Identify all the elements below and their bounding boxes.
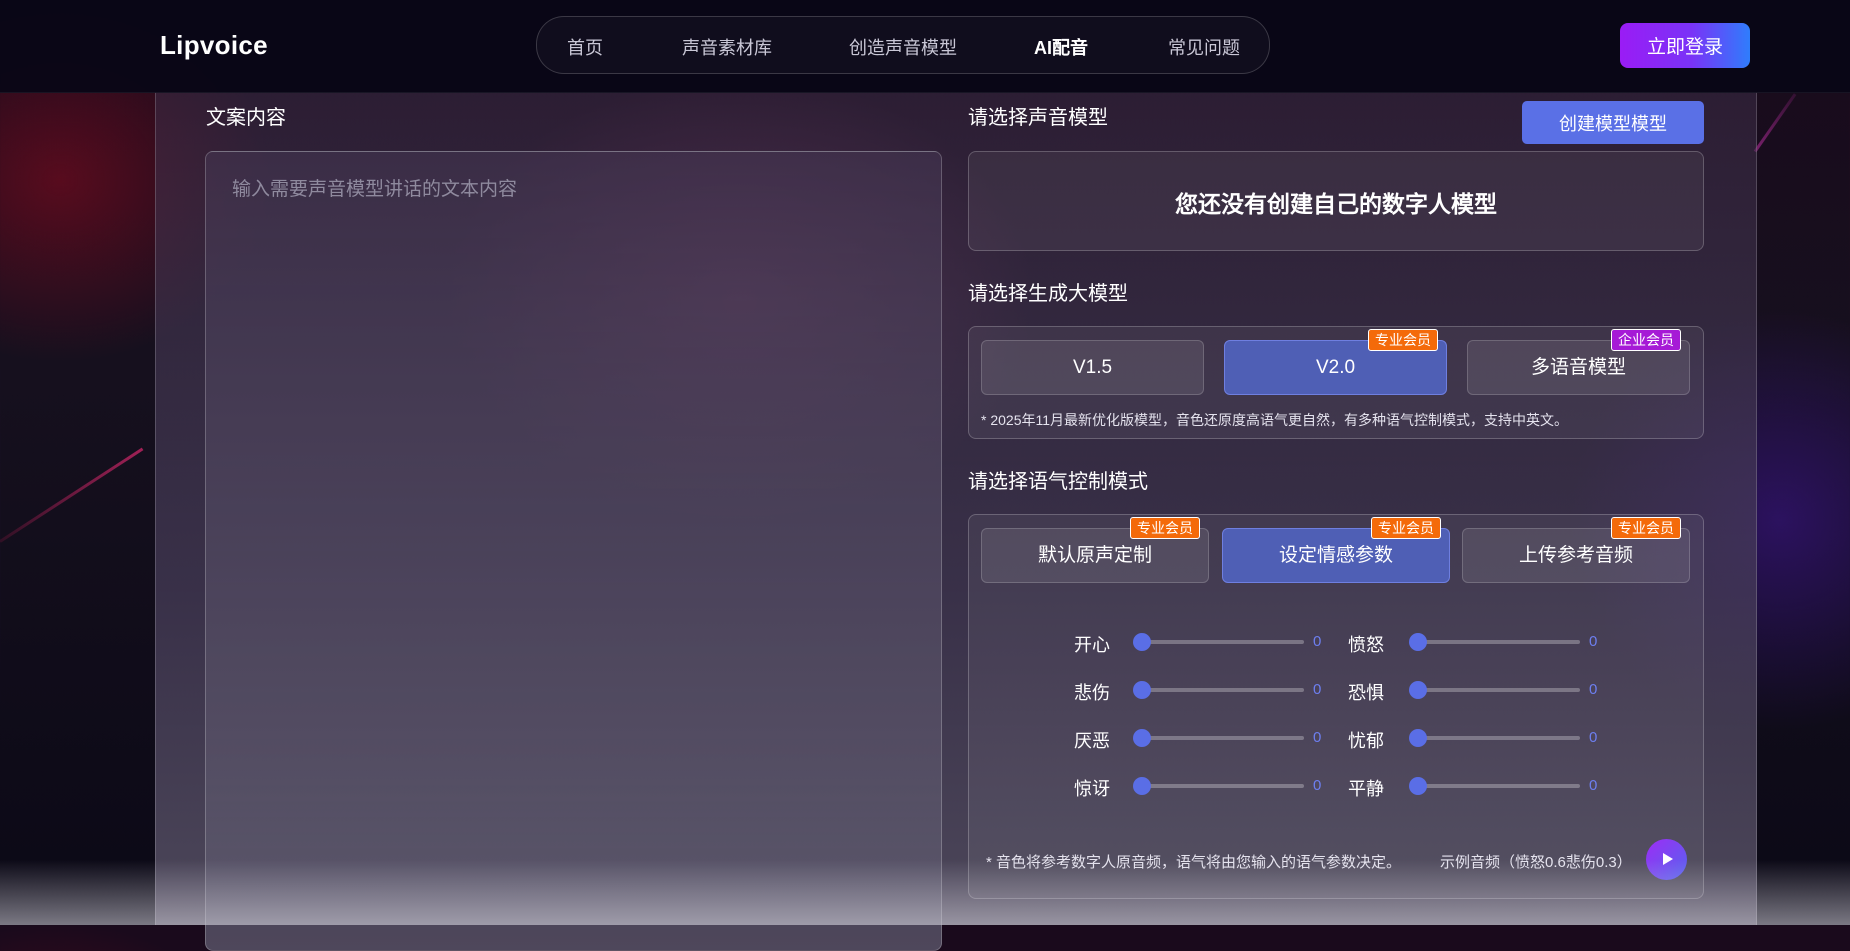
top-navigation-bar: Lipvoice 首页 声音素材库 创造声音模型 AI配音 常见问题 立即登录 bbox=[0, 0, 1850, 93]
slider-track-disgust[interactable] bbox=[1134, 736, 1304, 740]
emotion-value-melancholy: 0 bbox=[1589, 729, 1598, 746]
create-model-button[interactable]: 创建模型模型 bbox=[1522, 101, 1704, 144]
tone-mode-note: * 音色将参考数字人原音频，语气将由您输入的语气参数决定。 bbox=[986, 854, 1402, 871]
slider-track-angry[interactable] bbox=[1410, 640, 1580, 644]
pro-member-badge: 专业会员 bbox=[1371, 517, 1441, 539]
slider-track-surprise[interactable] bbox=[1134, 784, 1304, 788]
model-option-v1-5[interactable]: V1.5 bbox=[981, 340, 1204, 395]
login-button[interactable]: 立即登录 bbox=[1620, 23, 1750, 68]
pro-member-badge: 专业会员 bbox=[1368, 329, 1438, 351]
emotion-value-angry: 0 bbox=[1589, 633, 1598, 650]
slider-thumb-happy[interactable] bbox=[1133, 633, 1151, 651]
slider-track-calm[interactable] bbox=[1410, 784, 1580, 788]
slider-thumb-calm[interactable] bbox=[1409, 777, 1427, 795]
nav-item-ai-dubbing[interactable]: AI配音 bbox=[1034, 34, 1088, 60]
emotion-label-melancholy: 忧郁 bbox=[1348, 731, 1384, 751]
emotion-value-calm: 0 bbox=[1589, 777, 1598, 794]
slider-thumb-fear[interactable] bbox=[1409, 681, 1427, 699]
pro-member-badge: 专业会员 bbox=[1611, 517, 1681, 539]
emotion-value-happy: 0 bbox=[1313, 633, 1322, 650]
emotion-value-sad: 0 bbox=[1313, 681, 1322, 698]
emotion-label-happy: 开心 bbox=[1074, 635, 1110, 655]
enterprise-member-badge: 企业会员 bbox=[1611, 329, 1681, 351]
emotion-value-disgust: 0 bbox=[1313, 729, 1322, 746]
logo[interactable]: Lipvoice bbox=[160, 30, 268, 61]
generation-model-title: 请选择生成大模型 bbox=[968, 283, 1128, 305]
emotion-value-surprise: 0 bbox=[1313, 777, 1322, 794]
pro-member-badge: 专业会员 bbox=[1130, 517, 1200, 539]
slider-thumb-sad[interactable] bbox=[1133, 681, 1151, 699]
nav-item-create-voice-model[interactable]: 创造声音模型 bbox=[849, 34, 957, 60]
slider-thumb-angry[interactable] bbox=[1409, 633, 1427, 651]
play-sample-button[interactable] bbox=[1646, 839, 1687, 880]
slider-track-sad[interactable] bbox=[1134, 688, 1304, 692]
sample-audio-label: 示例音频（愤怒0.6悲伤0.3） bbox=[1440, 854, 1632, 871]
nav-item-home[interactable]: 首页 bbox=[567, 34, 603, 60]
background-streak bbox=[1753, 93, 1797, 153]
nav-item-voice-library[interactable]: 声音素材库 bbox=[682, 34, 772, 60]
text-content-title: 文案内容 bbox=[206, 107, 286, 129]
background-streak bbox=[0, 447, 144, 543]
slider-track-happy[interactable] bbox=[1134, 640, 1304, 644]
model-description-note: * 2025年11月最新优化版模型，音色还原度高语气更自然，有多种语气控制模式，… bbox=[981, 412, 1569, 428]
emotion-label-disgust: 厌恶 bbox=[1074, 731, 1110, 751]
nav-item-faq[interactable]: 常见问题 bbox=[1168, 34, 1240, 60]
tone-option-reference-audio[interactable]: 上传参考音频 专业会员 bbox=[1462, 517, 1690, 583]
model-option-label: V1.5 bbox=[1072, 357, 1113, 378]
slider-track-melancholy[interactable] bbox=[1410, 736, 1580, 740]
script-text-input[interactable] bbox=[205, 151, 942, 951]
emotion-label-angry: 愤怒 bbox=[1348, 635, 1384, 655]
model-option-multilingual[interactable]: 多语音模型 企业会员 bbox=[1467, 329, 1690, 395]
emotion-value-fear: 0 bbox=[1589, 681, 1598, 698]
tone-mode-title: 请选择语气控制模式 bbox=[968, 471, 1148, 493]
tone-option-emotion-params[interactable]: 设定情感参数 专业会员 bbox=[1222, 517, 1450, 583]
slider-thumb-surprise[interactable] bbox=[1133, 777, 1151, 795]
emotion-label-surprise: 惊讶 bbox=[1074, 779, 1110, 799]
voice-model-title: 请选择声音模型 bbox=[968, 107, 1108, 129]
model-option-v2-0[interactable]: V2.0 专业会员 bbox=[1224, 329, 1447, 395]
emotion-label-calm: 平静 bbox=[1348, 779, 1384, 799]
slider-thumb-melancholy[interactable] bbox=[1409, 729, 1427, 747]
slider-thumb-disgust[interactable] bbox=[1133, 729, 1151, 747]
emotion-label-fear: 恐惧 bbox=[1348, 683, 1384, 703]
voice-model-box: 您还没有创建自己的数字人模型 bbox=[968, 151, 1704, 251]
tone-option-default[interactable]: 默认原声定制 专业会员 bbox=[981, 517, 1209, 583]
main-nav: 首页 声音素材库 创造声音模型 AI配音 常见问题 bbox=[536, 16, 1270, 74]
slider-track-fear[interactable] bbox=[1410, 688, 1580, 692]
play-icon bbox=[1663, 853, 1673, 865]
no-model-message: 您还没有创建自己的数字人模型 bbox=[1175, 191, 1497, 217]
emotion-label-sad: 悲伤 bbox=[1074, 683, 1110, 703]
